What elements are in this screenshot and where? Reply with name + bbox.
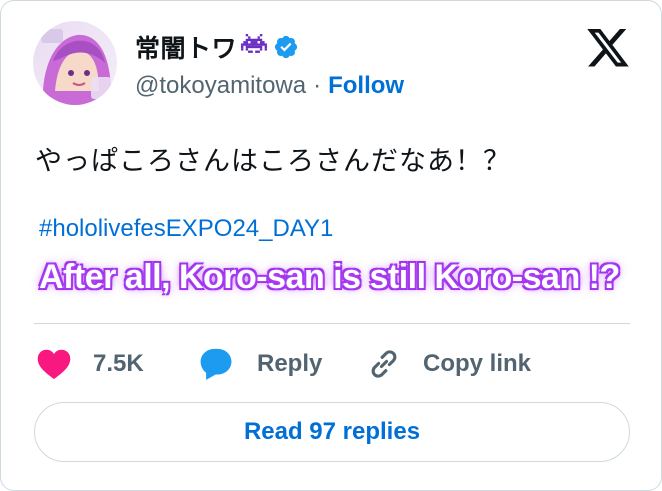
- like-count: 7.5K: [93, 350, 144, 377]
- link-icon: [371, 350, 397, 378]
- read-replies-button[interactable]: Read 97 replies: [34, 402, 630, 462]
- alien-monster-icon: [241, 34, 268, 60]
- speech-bubble-icon: [200, 348, 232, 380]
- avatar-image: [33, 21, 117, 105]
- copy-link-label: Copy link: [423, 350, 532, 377]
- translation-caption: After all, Koro-san is still Koro-san !?: [39, 258, 620, 296]
- tweet-embed-card: 常闇トワ @tokoyamitowa · Follow やっぱころさんはころさん…: [0, 0, 662, 491]
- follow-link[interactable]: Follow: [328, 72, 404, 100]
- action-bar: 7.5K Reply Copy link: [1, 343, 661, 385]
- author-display-name[interactable]: 常闇トワ: [135, 29, 237, 65]
- like-button[interactable]: 7.5K: [37, 343, 144, 385]
- author-name-row: 常闇トワ: [135, 31, 299, 63]
- avatar[interactable]: [33, 21, 117, 105]
- author-handle[interactable]: @tokoyamitowa: [135, 72, 306, 100]
- heart-icon: [37, 349, 71, 380]
- verified-badge-icon: [273, 34, 299, 60]
- copy-link-button[interactable]: Copy link: [367, 343, 531, 385]
- author-handle-row: @tokoyamitowa · Follow: [135, 72, 404, 100]
- reply-label: Reply: [257, 350, 323, 377]
- reply-button[interactable]: Reply: [197, 343, 322, 385]
- x-logo-icon[interactable]: [587, 29, 629, 67]
- divider: [34, 323, 630, 324]
- tweet-text: やっぱころさんはころさんだなあ！？: [35, 146, 511, 176]
- read-replies-label: Read 97 replies: [243, 418, 421, 445]
- hashtag-link[interactable]: #hololivefesEXPO24_DAY1: [39, 215, 333, 243]
- separator-dot: ·: [313, 72, 322, 99]
